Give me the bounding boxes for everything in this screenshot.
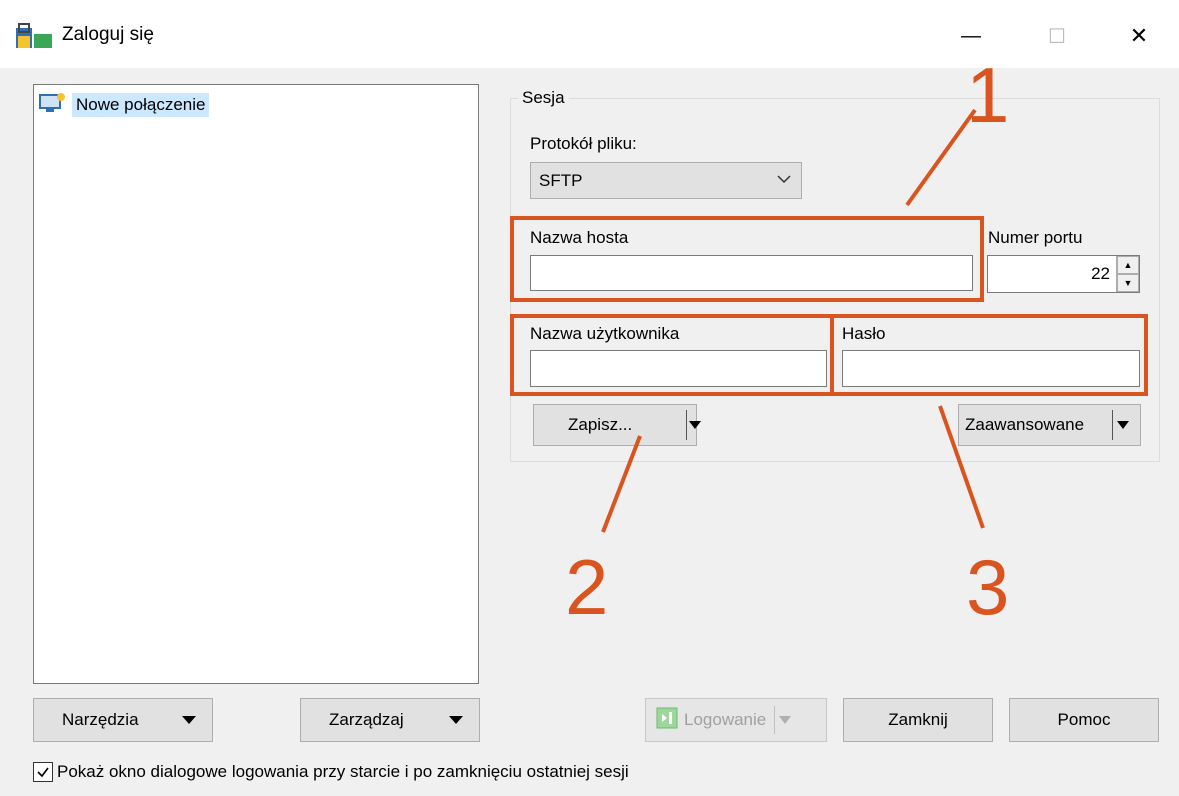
- manage-button[interactable]: Zarządzaj: [300, 698, 480, 742]
- tools-button-label: Narzędzia: [62, 710, 139, 729]
- manage-button-label: Zarządzaj: [329, 710, 404, 729]
- close-button[interactable]: Zamknij: [843, 698, 993, 742]
- annotation-number-2: 2: [565, 543, 609, 631]
- show-login-checkbox[interactable]: [33, 762, 53, 782]
- login-button[interactable]: Logowanie: [645, 698, 827, 742]
- show-login-checkbox-label: Pokaż okno dialogowe logowania przy star…: [57, 762, 629, 781]
- annotation-number-1: 1: [966, 51, 1010, 139]
- dropdown-arrow-icon: [449, 710, 463, 730]
- login-button-label: Logowanie: [684, 710, 767, 729]
- dropdown-arrow-icon: [182, 710, 196, 730]
- help-button-label: Pomoc: [1057, 710, 1111, 729]
- show-login-checkbox-row[interactable]: Pokaż okno dialogowe logowania przy star…: [33, 762, 629, 782]
- tools-button[interactable]: Narzędzia: [33, 698, 213, 742]
- login-dropdown-icon: [779, 710, 792, 730]
- login-split-divider: [774, 706, 776, 734]
- annotation-number-3: 3: [966, 543, 1010, 631]
- close-button-label: Zamknij: [888, 710, 948, 729]
- login-icon: [656, 707, 678, 734]
- help-button[interactable]: Pomoc: [1009, 698, 1159, 742]
